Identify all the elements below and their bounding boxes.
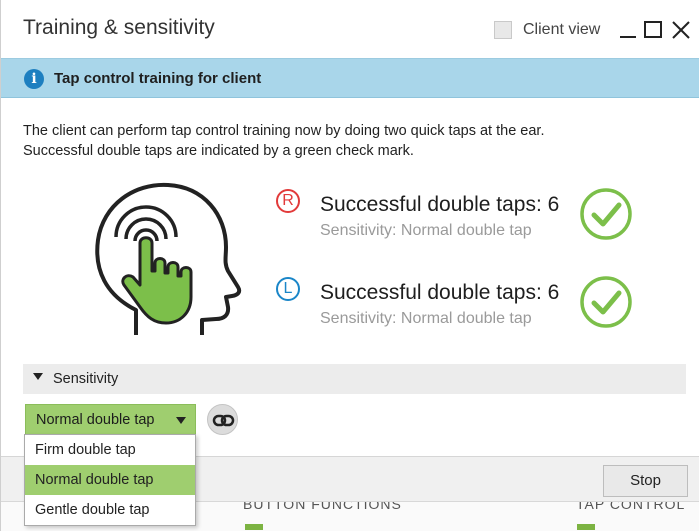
option-firm-double-tap[interactable]: Firm double tap [25, 435, 195, 465]
check-circle-icon [580, 188, 632, 240]
sensitivity-section-header[interactable]: Sensitivity [23, 364, 686, 394]
link-icon[interactable] [208, 405, 239, 436]
sensitivity-selected-value[interactable]: Normal double tap [36, 412, 155, 428]
left-ear-badge: L [276, 277, 300, 301]
info-icon: i [24, 69, 44, 89]
maximize-icon[interactable] [643, 18, 663, 40]
sensitivity-options-menu: Firm double tap Normal double tap Gentle… [24, 434, 196, 526]
tab-button-functions[interactable]: BUTTON FUNCTIONS [243, 502, 402, 512]
dialog-title: Training & sensitivity [23, 16, 215, 39]
minimize-icon[interactable] [618, 18, 638, 40]
left-ear-sensitivity: Sensitivity: Normal double tap [320, 310, 532, 327]
sensitivity-label[interactable]: Sensitivity [53, 371, 118, 387]
option-normal-double-tap[interactable]: Normal double tap [25, 465, 195, 495]
banner-text: Tap control training for client [54, 70, 262, 87]
right-ear-sensitivity: Sensitivity: Normal double tap [320, 222, 532, 239]
sensitivity-dropdown[interactable]: Normal double tap [25, 404, 196, 435]
training-dialog: Training & sensitivity Client view i Tap… [0, 0, 699, 531]
link-ears-button[interactable] [207, 404, 238, 435]
chevron-down-icon[interactable] [176, 417, 186, 424]
title-bar: Training & sensitivity Client view [1, 0, 699, 58]
client-view-label[interactable]: Client view [523, 21, 600, 39]
stop-button[interactable]: Stop [603, 465, 688, 497]
description: The client can perform tap control train… [23, 121, 683, 161]
close-icon[interactable] [671, 18, 691, 40]
left-ear-status: L Successful double taps: 6 Sensitivity:… [276, 275, 636, 345]
right-ear-badge: R [276, 189, 300, 213]
description-line-1: The client can perform tap control train… [23, 123, 545, 139]
info-banner: i Tap control training for client [1, 58, 699, 98]
tab-indicator [577, 524, 595, 530]
collapse-triangle-icon[interactable] [33, 373, 43, 380]
check-circle-icon [580, 276, 632, 328]
option-gentle-double-tap[interactable]: Gentle double tap [25, 495, 195, 525]
right-ear-status: R Successful double taps: 6 Sensitivity:… [276, 187, 636, 257]
right-ear-tap-count: Successful double taps: 6 [320, 193, 560, 216]
client-view-checkbox[interactable] [494, 21, 512, 39]
tab-tap-control[interactable]: TAP CONTROL [576, 502, 685, 512]
tab-indicator [245, 524, 263, 530]
head-tap-illustration-icon [95, 182, 242, 335]
left-ear-tap-count: Successful double taps: 6 [320, 281, 560, 304]
description-line-2: Successful double taps are indicated by … [23, 143, 414, 159]
